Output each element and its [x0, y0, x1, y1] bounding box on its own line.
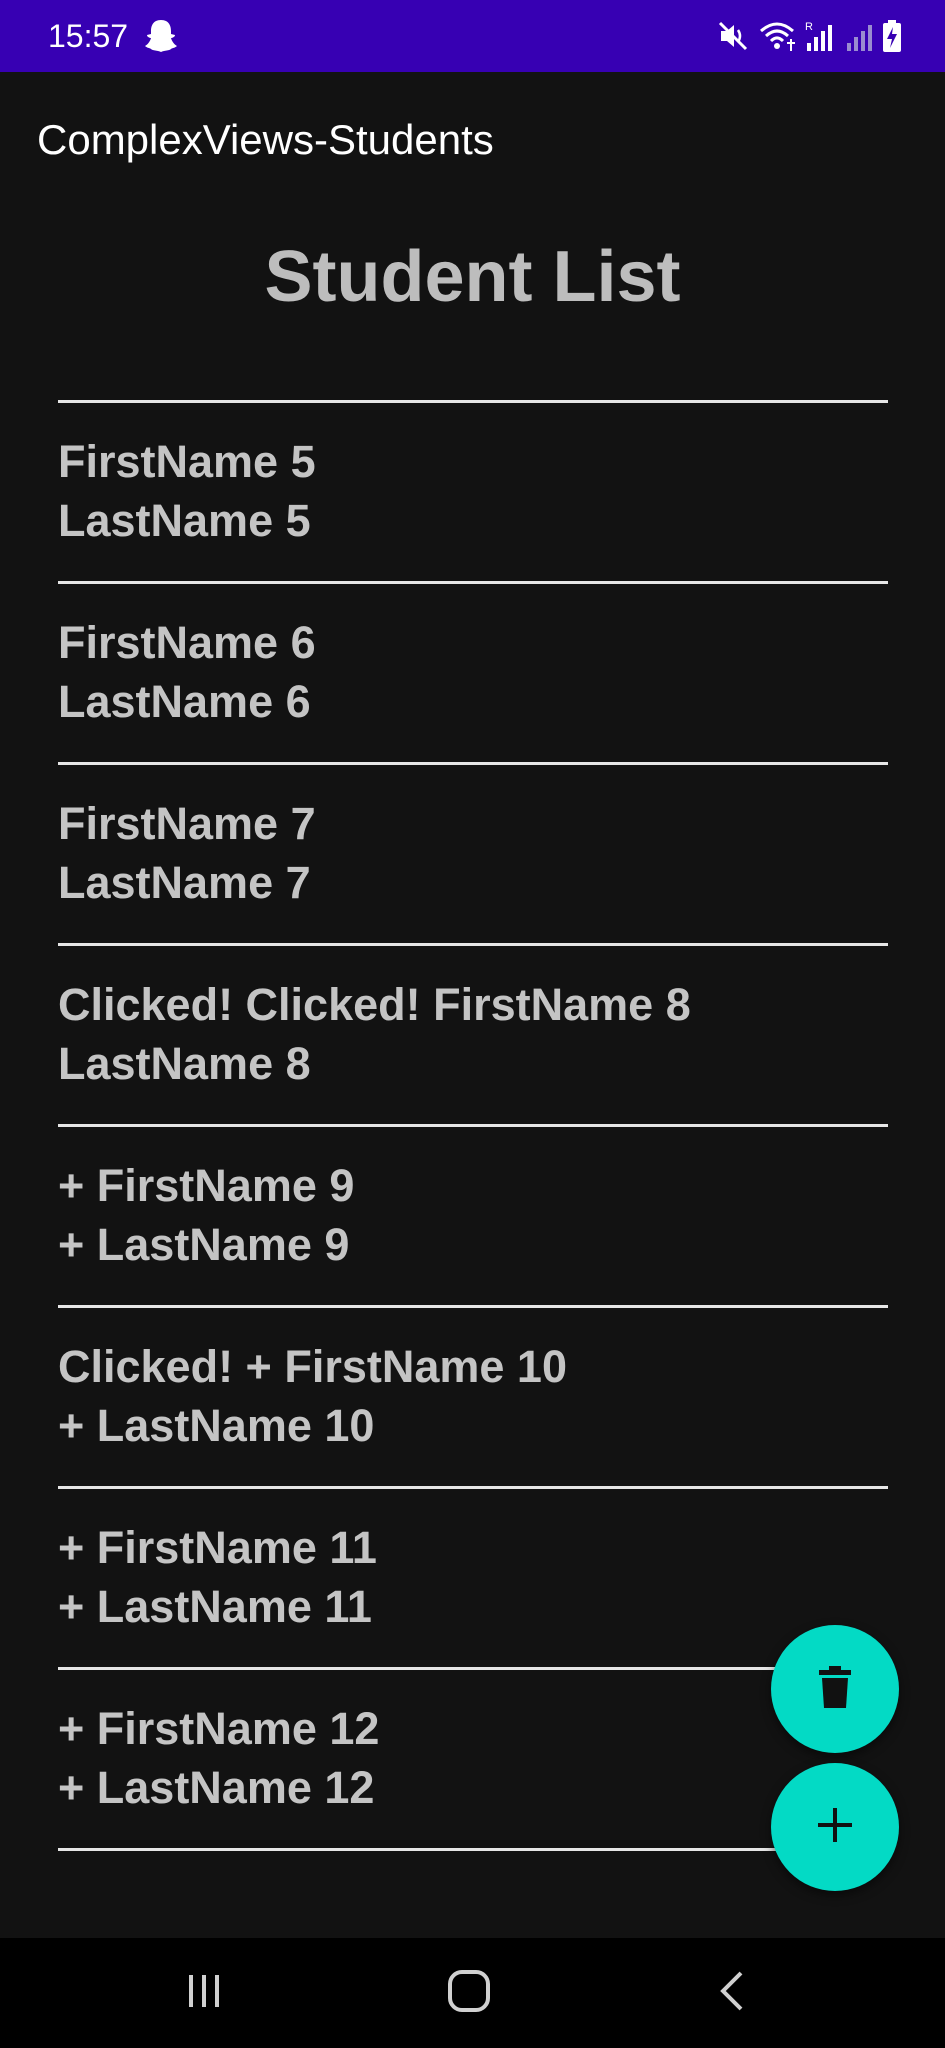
student-row[interactable]: + FirstName 9 + LastName 9: [58, 1127, 888, 1305]
student-last-name: LastName 8: [58, 1038, 311, 1089]
signal-icon: R: [803, 19, 839, 53]
student-last-name: + LastName 12: [58, 1762, 375, 1813]
wifi-icon: [757, 19, 797, 53]
home-button[interactable]: [429, 1963, 509, 2023]
student-first-name: Clicked! + FirstName 10: [58, 1341, 567, 1392]
signal-label: R: [805, 21, 813, 33]
list-divider: [58, 1848, 888, 1851]
student-row[interactable]: FirstName 5 LastName 5: [58, 403, 888, 581]
student-first-name: Clicked! Clicked! FirstName 8: [58, 979, 691, 1030]
student-first-name: FirstName 6: [58, 617, 316, 668]
student-row[interactable]: + FirstName 11 + LastName 11: [58, 1489, 888, 1667]
student-first-name: + FirstName 11: [58, 1522, 377, 1573]
back-icon: [713, 1969, 753, 2018]
navigation-bar: [0, 1938, 945, 2048]
recents-icon: [184, 1971, 224, 2016]
snapchat-icon: [144, 18, 178, 54]
student-row[interactable]: + FirstName 12 + LastName 12: [58, 1670, 888, 1848]
student-last-name: + LastName 11: [58, 1581, 372, 1632]
trash-icon: [817, 1665, 853, 1713]
plus-icon: [817, 1807, 853, 1848]
student-row[interactable]: Clicked! + FirstName 10 + LastName 10: [58, 1308, 888, 1486]
student-last-name: + LastName 9: [58, 1219, 350, 1270]
student-row[interactable]: Clicked! Clicked! FirstName 8 LastName 8: [58, 946, 888, 1124]
student-first-name: + FirstName 9: [58, 1160, 355, 1211]
student-last-name: LastName 6: [58, 676, 311, 727]
student-first-name: FirstName 5: [58, 436, 316, 487]
student-first-name: + FirstName 12: [58, 1703, 380, 1754]
student-last-name: LastName 5: [58, 495, 311, 546]
delete-button[interactable]: [771, 1625, 899, 1753]
home-icon: [446, 1968, 492, 2019]
battery-charging-icon: [881, 19, 903, 53]
student-row[interactable]: FirstName 6 LastName 6: [58, 584, 888, 762]
recents-button[interactable]: [164, 1963, 244, 2023]
app-title: ComplexViews-Students: [37, 116, 494, 163]
status-bar: 15:57 R: [0, 0, 945, 72]
page-title: Student List: [264, 237, 681, 317]
status-time: 15:57: [48, 18, 129, 54]
student-last-name: + LastName 10: [58, 1400, 375, 1451]
student-row[interactable]: FirstName 7 LastName 7: [58, 765, 888, 943]
back-button[interactable]: [693, 1963, 773, 2023]
mute-icon: [717, 19, 751, 53]
add-button[interactable]: [771, 1763, 899, 1891]
student-list: FirstName 5 LastName 5 FirstName 6 LastN…: [58, 400, 888, 1851]
student-first-name: FirstName 7: [58, 798, 316, 849]
student-last-name: LastName 7: [58, 857, 311, 908]
signal-icon-secondary: [845, 19, 875, 53]
